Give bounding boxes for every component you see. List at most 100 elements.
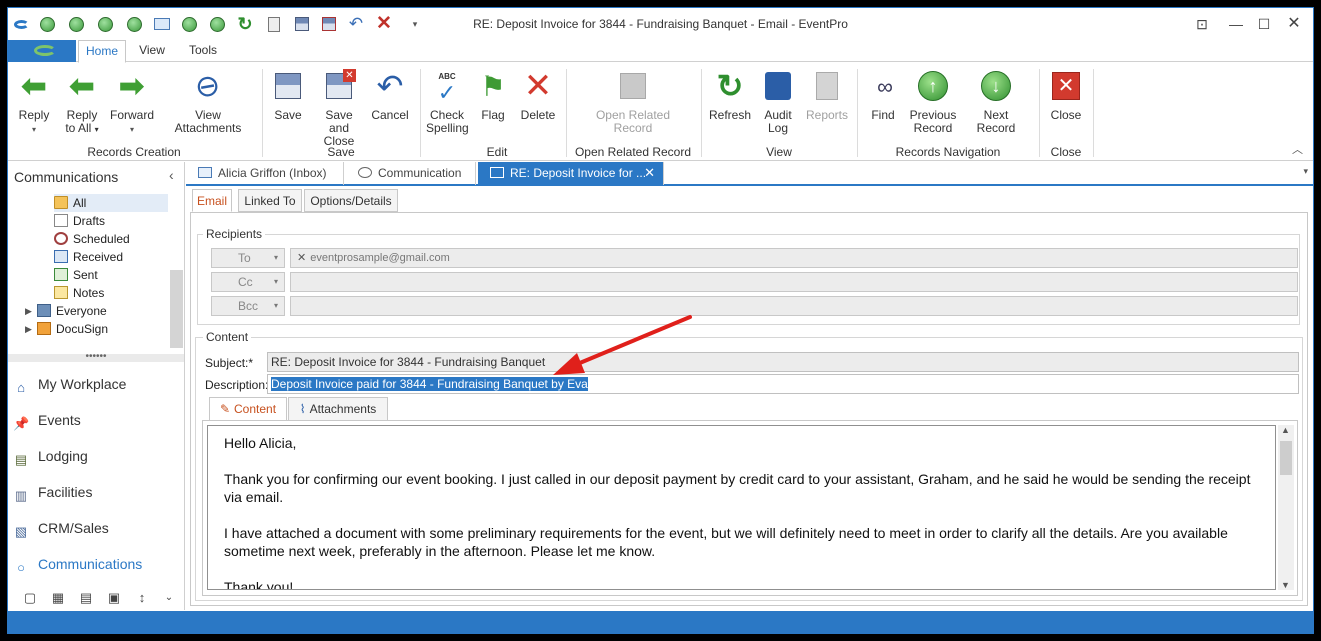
pushpin-icon: 📌 xyxy=(13,416,30,431)
tree-item-notes[interactable]: Notes xyxy=(54,284,104,302)
doc-tab-email[interactable]: RE: Deposit Invoice for ... ✕ xyxy=(478,162,664,185)
drafts-icon xyxy=(54,214,68,227)
calculator-icon[interactable]: ▦ xyxy=(51,590,65,606)
description-input[interactable]: Deposit Invoice paid for 3844 - Fundrais… xyxy=(267,374,1299,394)
sort-arrows-icon[interactable]: ↕ xyxy=(135,590,149,606)
flag-button[interactable]: ⚑ Flag xyxy=(476,69,510,122)
close-badge-icon: ✕ xyxy=(343,69,356,82)
tree-item-docusign[interactable]: DocuSign xyxy=(37,320,108,338)
reply-button[interactable]: ⬅ Reply ▾ xyxy=(14,69,54,136)
refresh-icon: ↻ xyxy=(716,67,744,104)
collapse-nav-icon[interactable]: ‹ xyxy=(169,167,174,183)
documents-icon[interactable]: ▣ xyxy=(107,590,121,606)
scroll-up-icon[interactable]: ▲ xyxy=(1281,425,1290,435)
nav-bottom-bar: ▢ ▦ ▤ ▣ ↕ ⌄ xyxy=(8,586,184,610)
bed-icon: ▤ xyxy=(14,452,28,467)
expand-arrow-icon[interactable]: ▶ xyxy=(25,306,32,317)
tree-item-all[interactable]: All xyxy=(54,194,168,212)
close-tab-icon[interactable]: ✕ xyxy=(644,162,655,184)
reports-clipboard-icon xyxy=(816,72,838,100)
restore-ribbon-icon[interactable]: ⊡ xyxy=(1191,14,1213,34)
cc-field[interactable] xyxy=(290,272,1298,292)
tree-item-sent[interactable]: Sent xyxy=(54,266,98,284)
forward-icon: ⬅ xyxy=(119,69,145,103)
check-spelling-button[interactable]: ABC ✓ Check Spelling xyxy=(426,69,469,135)
bcc-button[interactable]: Bcc ▾ xyxy=(211,296,285,316)
tab-view[interactable]: View xyxy=(132,40,172,62)
notepad-icon[interactable]: ▤ xyxy=(79,590,93,606)
expand-arrow-icon[interactable]: ▶ xyxy=(25,324,32,335)
close-button[interactable]: ✕ Close xyxy=(1046,69,1086,122)
subject-input[interactable]: RE: Deposit Invoice for 3844 - Fundraisi… xyxy=(267,352,1299,372)
open-related-group-label: Open Related Record xyxy=(574,145,692,159)
home-icon: ⌂ xyxy=(17,380,25,395)
close-window-icon[interactable]: ✕ xyxy=(1283,14,1305,34)
clipboard-icon[interactable]: ▢ xyxy=(23,590,37,606)
tree-item-drafts[interactable]: Drafts xyxy=(54,212,105,230)
group-separator xyxy=(566,69,567,157)
view-attachments-button[interactable]: ⊘ View Attachments xyxy=(163,65,253,135)
minimize-icon[interactable]: — xyxy=(1225,14,1247,34)
tab-attachments[interactable]: ⌇ Attachments xyxy=(288,397,388,421)
nav-my-workplace[interactable]: ⌂ My Workplace xyxy=(13,373,126,395)
collapse-ribbon-icon[interactable]: ︿ xyxy=(1292,141,1303,157)
scrollbar-thumb[interactable] xyxy=(1280,441,1292,475)
annotation-arrow-icon xyxy=(553,315,692,375)
doc-tab-inbox[interactable]: Alicia Griffon (Inbox) xyxy=(186,162,344,185)
refresh-button[interactable]: ↻ Refresh xyxy=(708,69,752,122)
reports-button[interactable]: Reports xyxy=(804,69,850,122)
tab-tools[interactable]: Tools xyxy=(180,40,226,62)
doc-tab-communication[interactable]: Communication xyxy=(346,162,476,185)
status-bar xyxy=(8,611,1313,633)
maximize-icon[interactable]: ☐ xyxy=(1253,14,1275,34)
save-and-close-button[interactable]: ✕ Save and Close xyxy=(314,69,364,148)
nav-communications[interactable]: ○ Communications xyxy=(13,553,142,575)
nav-lodging[interactable]: ▤ Lodging xyxy=(13,445,88,467)
application-menu-button[interactable] xyxy=(8,40,76,62)
group-separator xyxy=(420,69,421,157)
find-button[interactable]: ∞ Find xyxy=(868,69,898,122)
tab-content[interactable]: ✎ Content xyxy=(209,397,287,421)
remove-recipient-icon[interactable]: ✕ xyxy=(297,252,306,264)
tab-email[interactable]: Email xyxy=(192,189,232,212)
left-navigation: Communications ‹ All Drafts Scheduled Re… xyxy=(8,162,185,610)
window-title: RE: Deposit Invoice for 3844 - Fundraisi… xyxy=(473,17,848,31)
open-related-record-button[interactable]: Open Related Record xyxy=(588,69,678,135)
tab-home[interactable]: Home xyxy=(78,40,126,63)
tab-menu-icon[interactable]: ▾ xyxy=(1303,166,1308,177)
subject-label: Subject:* xyxy=(205,356,254,370)
tree-scrollbar[interactable] xyxy=(170,270,183,348)
scroll-down-icon[interactable]: ▼ xyxy=(1281,580,1290,590)
reply-all-button[interactable]: ⬅ Reply to All ▾ xyxy=(62,69,102,136)
editor-scrollbar[interactable]: ▲ ▼ xyxy=(1278,425,1294,590)
to-button[interactable]: To ▾ xyxy=(211,248,285,268)
nav-splitter[interactable]: •••••• xyxy=(8,352,184,362)
save-button[interactable]: Save xyxy=(270,69,306,122)
tree-item-scheduled[interactable]: Scheduled xyxy=(54,230,130,248)
arrow-down-icon: ↓ xyxy=(981,71,1011,101)
tab-linked-to[interactable]: Linked To xyxy=(238,189,302,212)
nav-events[interactable]: 📌 Events xyxy=(13,409,81,431)
to-field[interactable]: ✕ eventprosample@gmail.com xyxy=(290,248,1298,268)
email-body-editor[interactable]: Hello Alicia, Thank you for confirming o… xyxy=(207,425,1276,590)
nav-crm-sales[interactable]: ▧ CRM/Sales xyxy=(13,517,109,539)
spell-check-icon: ✓ xyxy=(437,79,457,105)
cc-button[interactable]: Cc ▾ xyxy=(211,272,285,292)
ribbon-tab-row: Home View Tools xyxy=(8,40,1313,63)
next-record-button[interactable]: ↓ Next Record xyxy=(963,69,1029,135)
tree-item-received[interactable]: Received xyxy=(54,248,123,266)
tree-item-everyone[interactable]: Everyone xyxy=(37,302,107,320)
forward-button[interactable]: ⬅ Forward ▾ xyxy=(110,69,154,136)
body-paragraph: Thank you for confirming our event booki… xyxy=(224,471,1251,505)
tab-options-details[interactable]: Options/Details xyxy=(304,189,398,212)
audit-log-button[interactable]: Audit Log xyxy=(760,69,796,135)
pencil-icon: ✎ xyxy=(219,402,231,416)
nav-facilities[interactable]: ▥ Facilities xyxy=(13,481,93,503)
bcc-field[interactable] xyxy=(290,296,1298,316)
delete-button[interactable]: ✕ Delete xyxy=(518,69,558,122)
binoculars-icon: ∞ xyxy=(877,73,893,99)
audit-log-icon xyxy=(765,72,791,100)
cancel-button[interactable]: ↶ Cancel xyxy=(370,69,410,122)
previous-record-button[interactable]: ↑ Previous Record xyxy=(908,69,958,135)
chevron-down-icon[interactable]: ⌄ xyxy=(162,590,176,606)
